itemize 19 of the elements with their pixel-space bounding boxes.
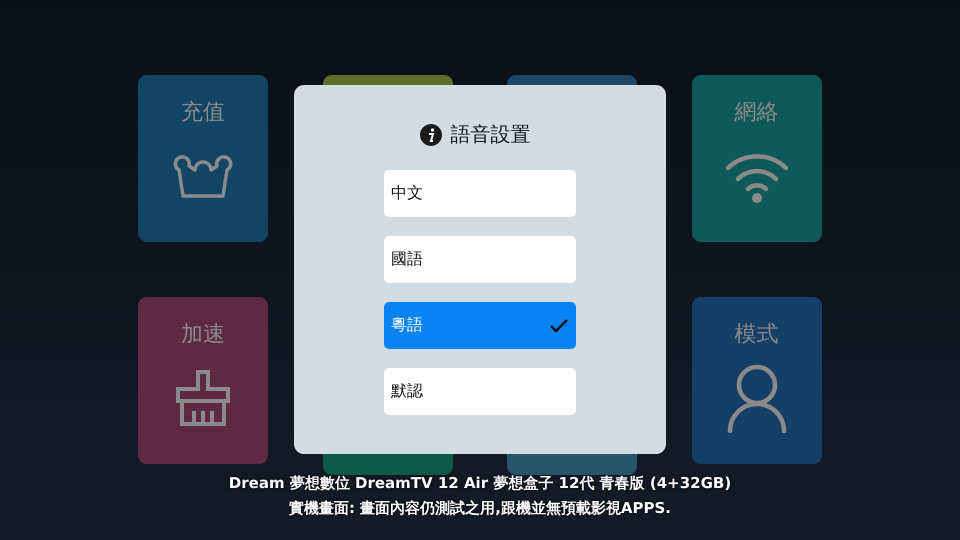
language-option[interactable]: 默認 (384, 368, 576, 415)
tile-title: 模式 (734, 321, 778, 349)
language-option[interactable]: 國語 (384, 236, 576, 283)
dialog-title: 語音設置 (450, 121, 530, 148)
caption-line: 實機畫面: 畫面內容仍測試之用,跟機並無預載影視APPS. (288, 498, 672, 519)
tile-title: 加速 (181, 321, 225, 349)
language-option[interactable]: 粵語 (384, 302, 576, 349)
tile-title: 網絡 (734, 99, 778, 127)
language-option[interactable]: 中文 (384, 170, 576, 217)
user-icon (726, 363, 788, 433)
tile-title: 充值 (181, 99, 225, 127)
checkmark-icon (550, 318, 568, 332)
tile-card[interactable]: 充值 (138, 75, 268, 242)
tile-card[interactable]: 網絡 (692, 75, 822, 242)
tile-card[interactable]: 加速 (138, 297, 268, 464)
info-icon (420, 124, 442, 146)
caption-line: Dream 夢想數位 DreamTV 12 Air 夢想盒子 12代 青春版 (4+32GB) (228, 473, 732, 494)
tile-card[interactable]: 模式 (692, 297, 822, 464)
broom-icon (174, 369, 232, 427)
